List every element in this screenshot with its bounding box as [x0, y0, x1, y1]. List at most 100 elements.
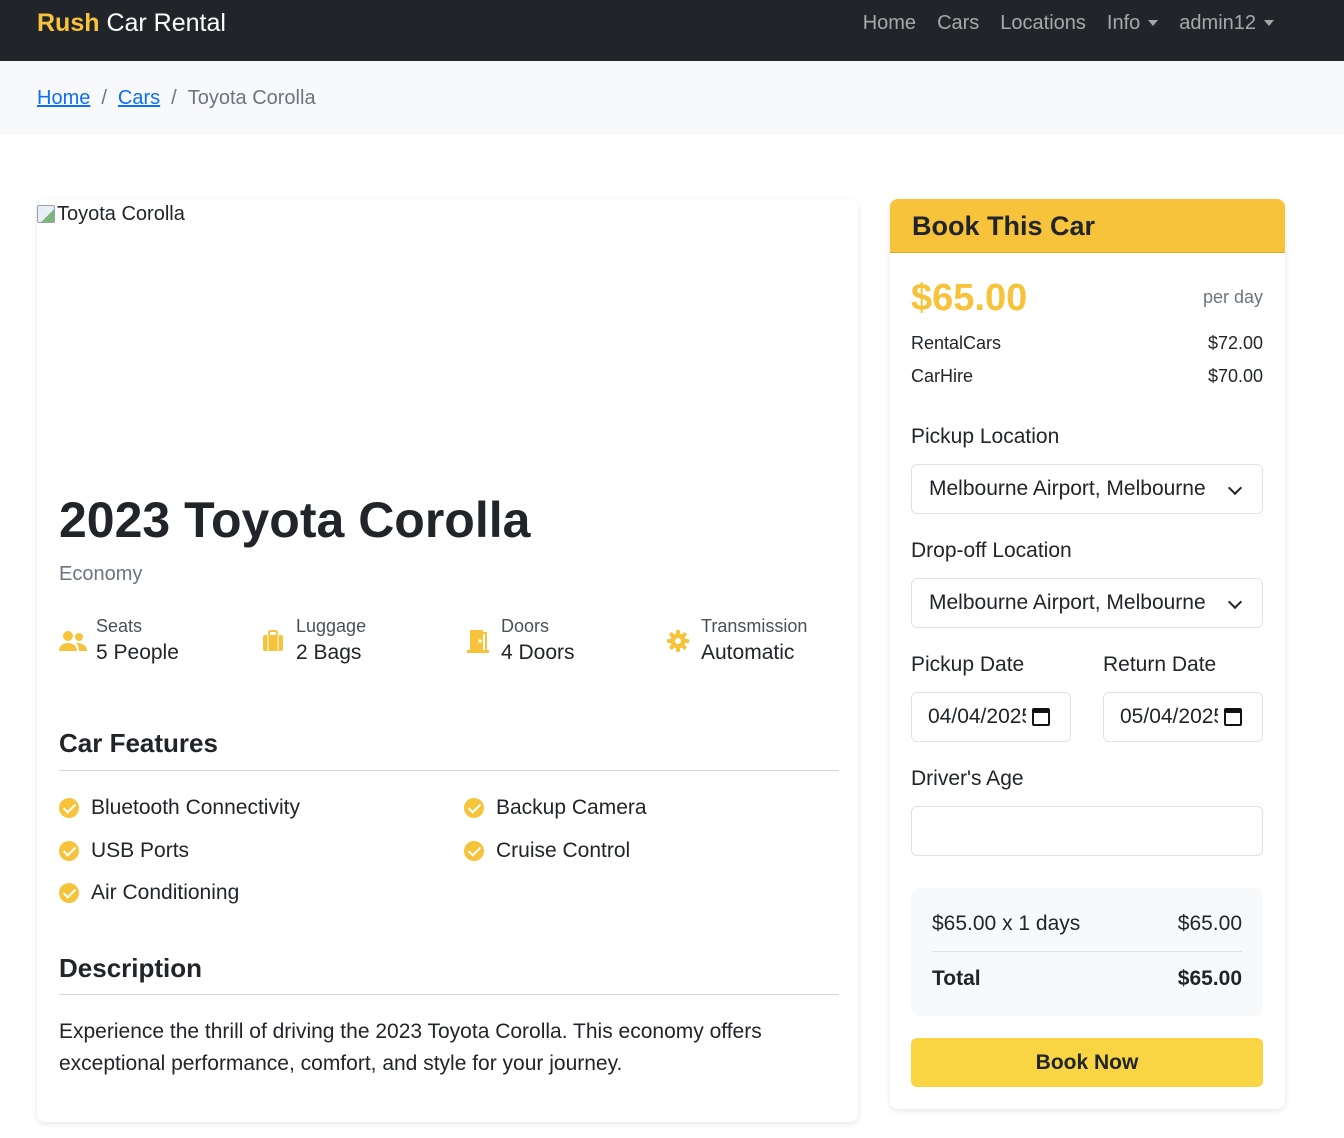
- features-title: Car Features: [59, 728, 218, 758]
- description-divider: [59, 994, 839, 995]
- spec-seats-text: Seats 5 People: [96, 615, 179, 669]
- spec-value: 5 People: [96, 641, 179, 664]
- check-circle-icon: [59, 798, 79, 818]
- booking-title: Book This Car: [912, 211, 1096, 241]
- brand-rest: Car Rental: [99, 9, 226, 37]
- return-date-input[interactable]: 05/04/2025: [1103, 692, 1263, 742]
- total-label: Total: [932, 967, 981, 990]
- driver-age-label: Driver's Age: [911, 767, 1024, 790]
- price-unit: per day: [1202, 287, 1263, 307]
- competitor-price: $72.00: [1207, 333, 1263, 353]
- main-nav: Home Cars Locations Info admin12: [842, 10, 1274, 36]
- check-circle-icon: [59, 841, 79, 861]
- spec-luggage-text: Luggage 2 Bags: [296, 615, 366, 669]
- brand-logo[interactable]: Rush Car Rental: [37, 8, 226, 38]
- spec-label: Transmission: [701, 616, 808, 636]
- daily-price: $65.00: [911, 277, 1028, 319]
- competitor-name: CarHire: [911, 366, 974, 386]
- nav-user-label: admin12: [1179, 12, 1256, 34]
- dropoff-location-value: Melbourne Airport, Melbourne: [929, 591, 1206, 614]
- competitor-price-row: RentalCars $72.00: [911, 332, 1263, 354]
- spec-value: 2 Bags: [296, 641, 362, 664]
- users-icon: [59, 627, 87, 655]
- car-description: Experience the thrill of driving the 202…: [59, 1020, 762, 1075]
- spec-seats: Seats 5 People: [59, 615, 179, 669]
- book-now-button[interactable]: Book Now: [911, 1038, 1263, 1087]
- pickup-date-value: 04/04/2025: [928, 705, 1034, 728]
- features-divider: [59, 770, 839, 771]
- spec-label: Luggage: [296, 616, 367, 636]
- breadcrumb: Home / Cars / Toyota Corolla: [37, 86, 316, 110]
- competitor-name: RentalCars: [911, 333, 1002, 353]
- suitcase-icon: [259, 627, 287, 655]
- spec-luggage: Luggage 2 Bags: [259, 615, 366, 669]
- caret-down-icon: [1264, 20, 1274, 26]
- feature-label: Air Conditioning: [91, 881, 240, 904]
- booking-card: Book This Car $65.00 per day RentalCars …: [890, 199, 1285, 1109]
- summary-line-label: $65.00 x 1 days: [932, 912, 1081, 935]
- check-circle-icon: [464, 841, 484, 861]
- nav-info-dropdown[interactable]: Info: [1106, 10, 1159, 36]
- breadcrumb-bar: Home / Cars / Toyota Corolla: [0, 61, 1344, 135]
- total-value: $65.00: [1177, 967, 1242, 990]
- gear-icon: [664, 627, 692, 655]
- car-image: Toyota Corolla: [37, 199, 858, 469]
- pickup-location-select[interactable]: Melbourne Airport, Melbourne: [911, 464, 1263, 514]
- navbar: Rush Car Rental Home Cars Locations Info…: [0, 0, 1344, 61]
- feature-item: Backup Camera: [464, 795, 647, 821]
- driver-age-input[interactable]: [911, 806, 1263, 856]
- nav-user-dropdown[interactable]: admin12: [1179, 10, 1274, 36]
- competitor-price-row: CarHire $70.00: [911, 365, 1263, 387]
- calendar-icon[interactable]: [1224, 708, 1242, 726]
- broken-image-icon: [37, 205, 55, 223]
- nav-info-label: Info: [1106, 12, 1141, 34]
- spec-label: Seats: [96, 616, 143, 636]
- dropoff-location-select[interactable]: Melbourne Airport, Melbourne: [911, 578, 1263, 628]
- breadcrumb-current: Toyota Corolla: [187, 87, 316, 109]
- car-specs: Seats 5 People Luggage 2 Bags Doors 4 Do…: [59, 615, 839, 675]
- competitor-price: $70.00: [1207, 366, 1263, 386]
- pickup-location-value: Melbourne Airport, Melbourne: [929, 477, 1206, 500]
- calendar-icon[interactable]: [1032, 708, 1050, 726]
- spec-value: 4 Doors: [501, 641, 575, 664]
- spec-value: Automatic: [701, 641, 795, 664]
- feature-item: Bluetooth Connectivity: [59, 795, 300, 821]
- nav-locations[interactable]: Locations: [1000, 10, 1086, 36]
- breadcrumb-separator: /: [101, 87, 107, 109]
- spec-doors: Doors 4 Doors: [464, 615, 575, 669]
- summary-total: Total $65.00: [932, 966, 1242, 992]
- breadcrumb-separator: /: [171, 87, 177, 109]
- nav-cars[interactable]: Cars: [937, 10, 979, 36]
- check-circle-icon: [464, 798, 484, 818]
- feature-label: Backup Camera: [496, 796, 647, 819]
- pickup-date-input[interactable]: 04/04/2025: [911, 692, 1071, 742]
- nav-locations-label: Locations: [1000, 12, 1086, 34]
- description-title: Description: [59, 953, 203, 983]
- dropoff-location-label: Drop-off Location: [911, 539, 1072, 562]
- breadcrumb-cars-link[interactable]: Cars: [118, 86, 160, 110]
- summary-line-value: $65.00: [1177, 912, 1242, 935]
- door-icon: [464, 627, 492, 655]
- pickup-location-label: Pickup Location: [911, 425, 1060, 448]
- feature-label: Bluetooth Connectivity: [91, 796, 300, 819]
- brand-accent: Rush: [37, 9, 100, 37]
- return-date-label: Return Date: [1103, 653, 1217, 676]
- feature-item: Cruise Control: [464, 838, 630, 864]
- pickup-date-label: Pickup Date: [911, 653, 1025, 676]
- feature-item: USB Ports: [59, 838, 189, 864]
- summary-divider: [932, 951, 1242, 952]
- spec-label: Doors: [501, 616, 550, 636]
- summary-line: $65.00 x 1 days $65.00: [932, 911, 1242, 937]
- return-date-value: 05/04/2025: [1120, 705, 1226, 728]
- car-title: 2023 Toyota Corolla: [59, 492, 531, 548]
- nav-cars-label: Cars: [937, 12, 980, 34]
- car-category: Economy: [59, 563, 143, 585]
- feature-label: USB Ports: [91, 839, 190, 862]
- feature-item: Air Conditioning: [59, 880, 239, 906]
- feature-label: Cruise Control: [496, 839, 631, 862]
- car-image-alt: Toyota Corolla: [57, 203, 185, 225]
- spec-transmission: Transmission Automatic: [664, 615, 807, 669]
- spec-transmission-text: Transmission Automatic: [701, 615, 807, 669]
- nav-home[interactable]: Home: [863, 10, 916, 36]
- breadcrumb-home-link[interactable]: Home: [37, 86, 90, 110]
